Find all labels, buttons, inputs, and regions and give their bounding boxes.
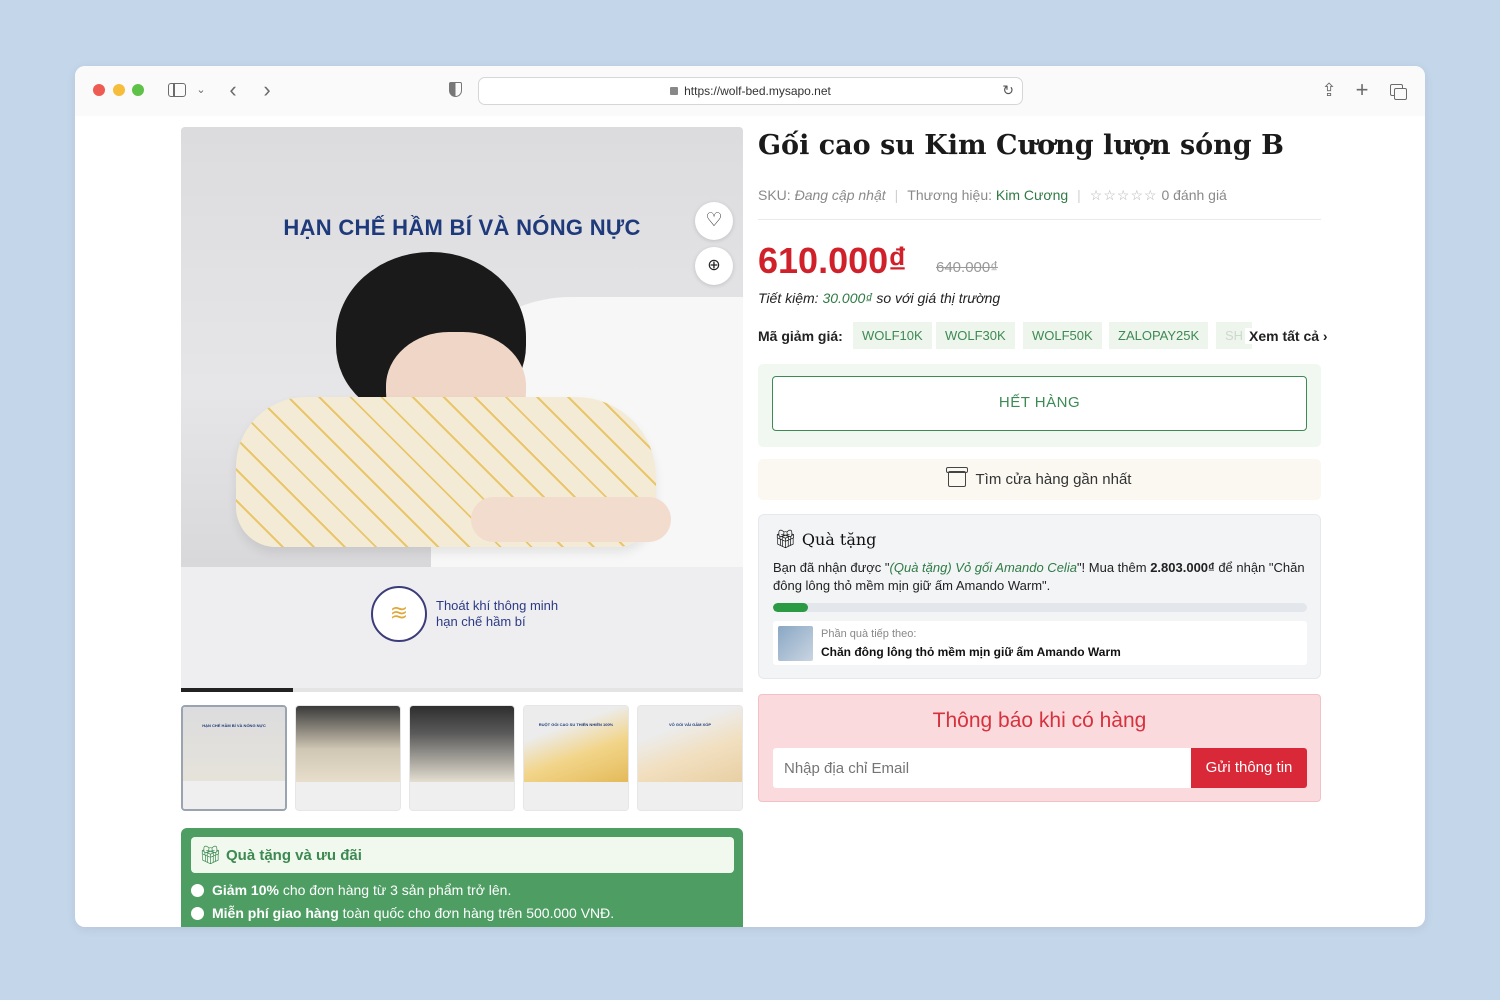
promo-title: Quà tặng và ưu đãi	[226, 847, 362, 864]
rating-stars-icon: ☆☆☆☆☆	[1089, 187, 1158, 203]
divider	[758, 219, 1321, 220]
image-headline: HẠN CHẾ HẦM BÍ VÀ NÓNG NỰC	[283, 215, 641, 240]
page-content: HẠN CHẾ HẦM BÍ VÀ NÓNG NỰC ≋ Thoát khí t…	[75, 116, 1425, 927]
email-input[interactable]	[773, 748, 1191, 788]
current-price: 610.000₫	[758, 240, 907, 281]
gift-progress-box: 🎁︎ Quà tặng Bạn đã nhận được "(Quà tặng) …	[758, 514, 1321, 679]
sku-value: Đang cập nhật	[794, 187, 886, 203]
coupon-chip[interactable]: WOLF10K	[853, 322, 932, 349]
privacy-shield-icon[interactable]	[445, 78, 465, 102]
zoom-in-button[interactable]: ⊕	[695, 247, 733, 285]
sidebar-icon[interactable]	[167, 78, 187, 102]
address-bar[interactable]: https://wolf-bed.mysapo.net ↻	[478, 77, 1023, 105]
send-info-button[interactable]: Gửi thông tin	[1191, 748, 1307, 788]
promo-item: Giảm 10% cho đơn hàng từ 3 sản phẩm trở …	[191, 882, 511, 898]
gift-icon: 🎁︎	[774, 529, 797, 550]
find-store-button[interactable]: Tìm cửa hàng gần nhất	[758, 459, 1321, 500]
saving-text: Tiết kiệm: 30.000₫ so với giá thị trường	[758, 290, 1001, 306]
new-tab-icon[interactable]: +	[1352, 78, 1372, 102]
lock-icon	[670, 87, 679, 95]
ventilation-icon: ≋	[371, 586, 427, 642]
promo-item: Miễn phí giao hàng toàn quốc cho đơn hàn…	[191, 905, 614, 921]
stock-box: HẾT HÀNG	[758, 364, 1321, 447]
thumbnail-3[interactable]	[409, 705, 515, 811]
wishlist-heart-button[interactable]: ♡	[695, 202, 733, 240]
coupon-chip[interactable]: WOLF50K	[1023, 322, 1102, 349]
chevron-down-icon[interactable]: ⌄	[193, 78, 209, 102]
next-gift: Phần quà tiếp theo: Chăn đông lông thỏ m…	[773, 621, 1307, 665]
feature-strip: ≋ Thoát khí thông minh hạn chế hầm bí	[181, 567, 743, 690]
coupon-chip[interactable]: ZALOPAY25K	[1109, 322, 1209, 349]
coupon-label: Mã giảm giá:	[758, 328, 843, 344]
product-title: Gối cao su Kim Cương lượn sóng B	[758, 130, 1284, 161]
feature-text: Thoát khí thông minh hạn chế hầm bí	[436, 598, 559, 629]
thumbnail-1[interactable]: HẠN CHẾ HẦM BÍ VÀ NÓNG NỰC	[181, 705, 287, 811]
review-count: 0 đánh giá	[1161, 187, 1227, 203]
back-icon[interactable]: ‹	[223, 78, 243, 102]
thumbnail-5[interactable]: VỎ GỐI VẢI GẤM XỐP	[637, 705, 743, 811]
coupon-chip[interactable]: WOLF30K	[936, 322, 1015, 349]
thumbnail-strip: HẠN CHẾ HẦM BÍ VÀ NÓNG NỰC RUỘT GỐI CAO …	[181, 705, 743, 813]
maximize-window-button[interactable]	[132, 84, 144, 96]
minimize-window-button[interactable]	[113, 84, 125, 96]
brand-link[interactable]: Kim Cương	[996, 187, 1068, 203]
product-main-image[interactable]: HẠN CHẾ HẦM BÍ VÀ NÓNG NỰC ≋ Thoát khí t…	[181, 127, 743, 690]
share-icon[interactable]: ⇪	[1319, 78, 1339, 102]
promo-header: 🎁︎ Quà tặng và ưu đãi	[191, 837, 734, 873]
coupon-row: Mã giảm giá: WOLF10K WOLF30K WOLF50K ZAL…	[758, 321, 1338, 351]
slide-progress	[181, 688, 743, 692]
tab-overview-icon[interactable]	[1387, 78, 1409, 102]
store-icon	[945, 467, 968, 487]
browser-toolbar: ⌄ ‹ › https://wolf-bed.mysapo.net ↻ ⇪ +	[75, 66, 1425, 116]
original-price: 640.000₫	[936, 259, 998, 276]
reload-icon[interactable]: ↻	[1002, 82, 1014, 99]
next-gift-image	[778, 626, 813, 661]
product-photo: HẠN CHẾ HẦM BÍ VÀ NÓNG NỰC	[181, 127, 743, 567]
thumbnail-4[interactable]: RUỘT GỐI CAO SU THIÊN NHIÊN 100%	[523, 705, 629, 811]
thumbnail-2[interactable]	[295, 705, 401, 811]
bullet-icon	[191, 884, 204, 897]
promo-box: 🎁︎ Quà tặng và ưu đãi Giảm 10% cho đơn h…	[181, 828, 743, 927]
product-meta: SKU: Đang cập nhật | Thương hiệu: Kim Cươn…	[758, 187, 1227, 203]
url-text: https://wolf-bed.mysapo.net	[684, 84, 831, 98]
see-all-coupons-link[interactable]: Xem tất cả ›	[1245, 328, 1328, 344]
gift-icon: 🎁︎	[199, 845, 222, 865]
gift-description: Bạn đã nhận được "(Quà tặng) Vỏ gối Aman…	[773, 560, 1305, 593]
gift-progress-bar	[773, 603, 1307, 612]
notify-title: Thông báo khi có hàng	[932, 709, 1147, 732]
browser-window: ⌄ ‹ › https://wolf-bed.mysapo.net ↻ ⇪ + …	[75, 66, 1425, 927]
bullet-icon	[191, 907, 204, 920]
close-window-button[interactable]	[93, 84, 105, 96]
gift-title: 🎁︎ Quà tặng	[774, 529, 877, 550]
next-gift-label: Phần quà tiếp theo:	[821, 628, 917, 640]
out-of-stock-button[interactable]: HẾT HÀNG	[772, 376, 1307, 431]
forward-icon[interactable]: ›	[257, 78, 277, 102]
notify-box: Thông báo khi có hàng Gửi thông tin	[758, 694, 1321, 802]
next-gift-name: Chăn đông lông thỏ mềm mịn giữ ấm Amando…	[821, 645, 1121, 659]
